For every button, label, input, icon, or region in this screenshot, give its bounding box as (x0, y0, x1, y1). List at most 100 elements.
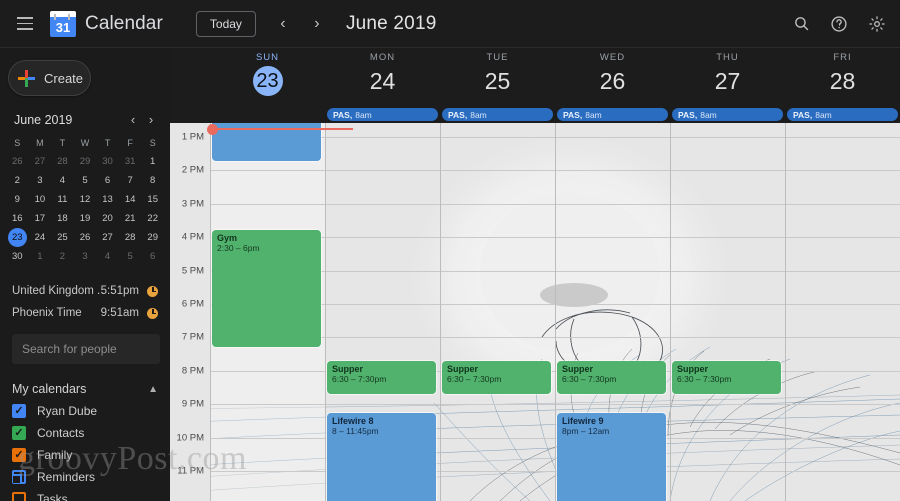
calendar-list-item[interactable]: Ryan Dube (12, 400, 170, 422)
calendar-list-item[interactable]: Contacts (12, 422, 170, 444)
calendar-app: 31 Calendar Today ‹ › June 2019 Create J… (0, 0, 900, 501)
all-day-event[interactable]: PAS, 8am (787, 108, 898, 121)
day-header-mon[interactable]: MON 24 (325, 52, 440, 96)
mini-calendar-day[interactable]: 5 (74, 171, 97, 190)
mini-calendar-day[interactable]: 1 (141, 152, 164, 171)
chevron-up-icon[interactable]: ▲ (148, 384, 158, 395)
search-icon[interactable] (790, 13, 812, 35)
mini-calendar-day[interactable]: 26 (74, 228, 97, 247)
calendar-event[interactable]: Supper 6:30 – 7:30pm (557, 361, 666, 394)
create-button[interactable]: Create (8, 60, 91, 96)
mini-calendar-day[interactable]: 4 (96, 247, 119, 266)
chevron-right-icon[interactable]: › (304, 11, 330, 37)
mini-calendar-day[interactable]: 10 (29, 190, 52, 209)
calendar-name: Ryan Dube (37, 404, 98, 418)
calendar-event[interactable]: Lifewire 9 8pm – 12am (557, 413, 666, 501)
day-header-thu[interactable]: THU 27 (670, 52, 785, 96)
all-day-event[interactable]: PAS, 8am (442, 108, 553, 121)
my-calendars-section-header[interactable]: My calendars ▲ (12, 382, 158, 396)
calendar-list-item[interactable]: Tasks (12, 488, 170, 501)
plus-icon (18, 69, 35, 87)
my-calendars-label: My calendars (12, 382, 87, 396)
reminder-icon[interactable] (12, 470, 26, 484)
chevron-left-icon[interactable]: ‹ (270, 11, 296, 37)
event-time: 8 – 11:45pm (332, 426, 379, 437)
mini-calendar-day[interactable]: 12 (74, 190, 97, 209)
mini-calendar-day[interactable]: 19 (74, 209, 97, 228)
all-day-event[interactable]: PAS, 8am (557, 108, 668, 121)
day-header-wed[interactable]: WED 26 (555, 52, 670, 96)
mini-calendar-day[interactable]: 14 (119, 190, 142, 209)
mini-calendar-day[interactable]: 26 (6, 152, 29, 171)
calendar-name: Tasks (37, 492, 68, 501)
mini-calendar-day[interactable]: 30 (6, 247, 29, 266)
world-clock-row: Phoenix Time 9:51am (12, 302, 158, 324)
mini-calendar-day[interactable]: 22 (141, 209, 164, 228)
mini-calendar-day[interactable]: 6 (96, 171, 119, 190)
mini-calendar-day[interactable]: 2 (6, 171, 29, 190)
mini-calendar-day[interactable]: 2 (51, 247, 74, 266)
calendar-checkbox[interactable] (12, 426, 26, 440)
mini-calendar-day[interactable]: 27 (96, 228, 119, 247)
mini-calendar-day[interactable]: 7 (119, 171, 142, 190)
day-header-dow: MON (369, 52, 396, 63)
mini-calendar-day[interactable]: 21 (119, 209, 142, 228)
mini-calendar-day[interactable]: 8 (141, 171, 164, 190)
mini-calendar-day[interactable]: 28 (51, 152, 74, 171)
calendar-list-item[interactable]: Family (12, 444, 170, 466)
calendar-event[interactable]: Supper 6:30 – 7:30pm (327, 361, 436, 394)
mini-calendar-day[interactable]: 6 (141, 247, 164, 266)
mini-calendar-day[interactable]: 29 (74, 152, 97, 171)
mini-calendar-day[interactable]: 3 (74, 247, 97, 266)
calendar-event[interactable]: Supper 6:30 – 7:30pm (672, 361, 781, 394)
mini-calendar-day[interactable]: 16 (6, 209, 29, 228)
help-icon[interactable] (828, 13, 850, 35)
search-people-input[interactable]: Search for people (12, 334, 160, 364)
mini-calendar-day[interactable]: 4 (51, 171, 74, 190)
mini-calendar-day[interactable]: 9 (6, 190, 29, 209)
mini-calendar-day[interactable]: 29 (141, 228, 164, 247)
mini-calendar-day[interactable]: 27 (29, 152, 52, 171)
today-button[interactable]: Today (195, 10, 256, 37)
mini-calendar-day[interactable]: 24 (29, 228, 52, 247)
all-day-event[interactable]: PAS, 8am (672, 108, 783, 121)
mini-calendar-day[interactable]: 25 (51, 228, 74, 247)
mini-calendar-day[interactable]: 18 (51, 209, 74, 228)
calendar-event[interactable]: Gym 2:30 – 6pm (212, 230, 321, 347)
mini-calendar-grid[interactable]: S M T W T F S 26 27 28 29 30 31 1 2 3 4 5 6 7 8 9 10 11 12 13 14 15… (6, 133, 164, 266)
gear-icon[interactable] (866, 13, 888, 35)
mini-calendar-day[interactable]: 30 (96, 152, 119, 171)
mini-calendar-day[interactable]: 5 (119, 247, 142, 266)
calendar-event[interactable]: Supper 6:30 – 7:30pm (442, 361, 551, 394)
calendar-name: Contacts (37, 426, 85, 440)
mini-calendar-day[interactable]: 3 (29, 171, 52, 190)
day-header-fri[interactable]: FRI 28 (785, 52, 900, 96)
time-label: 7 PM (181, 331, 204, 343)
mini-calendar-day[interactable]: 11 (51, 190, 74, 209)
mini-calendar-day[interactable]: 17 (29, 209, 52, 228)
mini-calendar-day[interactable]: 31 (119, 152, 142, 171)
time-label: 5 PM (181, 265, 204, 277)
all-day-event-title: PAS, (448, 109, 468, 120)
calendar-checkbox[interactable] (12, 448, 26, 462)
calendar-checkbox[interactable] (12, 492, 26, 501)
day-header-tue[interactable]: TUE 25 (440, 52, 555, 96)
calendar-logo-icon[interactable]: 31 (50, 10, 76, 37)
mini-calendar-day[interactable]: 15 (141, 190, 164, 209)
day-header-sun[interactable]: SUN 23 (210, 52, 325, 96)
mini-calendar-day[interactable]: 23 (6, 228, 29, 247)
mini-calendar-day[interactable]: 1 (29, 247, 52, 266)
time-grid[interactable]: 1 PM 2 PM 3 PM 4 PM 5 PM 6 PM 7 PM 8 PM 9 PM 10 P… (170, 123, 900, 501)
calendar-checkbox[interactable] (12, 404, 26, 418)
all-day-event[interactable]: PAS, 8am (327, 108, 438, 121)
mini-calendar-prev-icon[interactable]: ‹ (124, 112, 142, 127)
calendar-event[interactable]: Lifewire 88 – 11:45pm (327, 413, 436, 501)
mini-calendar-day[interactable]: 20 (96, 209, 119, 228)
mini-calendar-next-icon[interactable]: › (142, 112, 160, 127)
mini-calendar-day[interactable]: 13 (96, 190, 119, 209)
all-day-event-title: PAS, (678, 109, 698, 120)
calendar-list-item[interactable]: Reminders (12, 466, 170, 488)
hamburger-menu-icon[interactable] (4, 0, 46, 48)
mini-calendar-day[interactable]: 28 (119, 228, 142, 247)
create-button-label: Create (44, 70, 84, 86)
